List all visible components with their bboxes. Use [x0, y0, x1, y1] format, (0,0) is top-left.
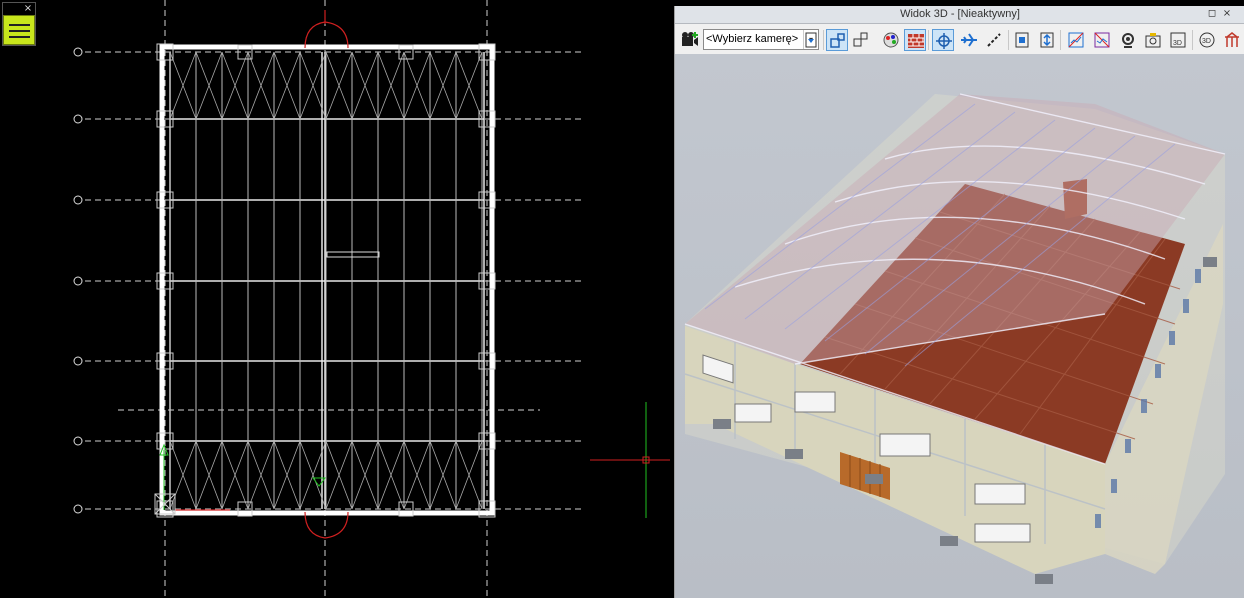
- toolbar-separator: [823, 30, 824, 50]
- toolbar-separator: [1192, 30, 1193, 50]
- snapshot-icon[interactable]: [1142, 29, 1164, 51]
- close-icon[interactable]: ×: [1221, 8, 1233, 20]
- view-3d-panel: Widok 3D - [Nieaktywny] ◻ × <Wybierz kam…: [674, 6, 1244, 598]
- menu-close-icon[interactable]: ×: [22, 3, 34, 15]
- building-3d-render: [684, 93, 1226, 584]
- svg-text:3D: 3D: [1173, 40, 1182, 47]
- view-box-alt-icon[interactable]: [850, 29, 872, 51]
- level-icon[interactable]: [1036, 29, 1058, 51]
- floor-plan-drawing: [73, 0, 670, 598]
- restore-icon[interactable]: ◻: [1206, 8, 1218, 20]
- hamburger-menu-button[interactable]: [3, 15, 35, 45]
- panel-titlebar[interactable]: Widok 3D - [Nieaktywny] ◻ ×: [675, 6, 1244, 24]
- 3d-mode-icon[interactable]: 3D: [1167, 29, 1189, 51]
- camera-dropdown-icon[interactable]: [800, 29, 822, 51]
- rotate-icon[interactable]: [932, 29, 954, 51]
- color-palette-icon[interactable]: [880, 29, 902, 51]
- panel-title: Widok 3D - [Nieaktywny]: [900, 8, 1020, 20]
- cad-plan-view[interactable]: ×: [0, 0, 670, 598]
- floor-icon[interactable]: [1011, 29, 1033, 51]
- toolbar-separator: [1008, 30, 1009, 50]
- brick-wall-icon[interactable]: [904, 29, 926, 51]
- camera-select-value: <Wybierz kamerę>: [706, 33, 799, 45]
- 3d-orbit-icon[interactable]: 3D: [1196, 29, 1218, 51]
- settings-icon[interactable]: [1117, 29, 1139, 51]
- add-camera-icon[interactable]: [678, 29, 700, 51]
- frame-icon[interactable]: [1221, 29, 1243, 51]
- toolbar-separator: [1060, 30, 1061, 50]
- svg-text:3D: 3D: [1202, 38, 1211, 45]
- section-b-icon[interactable]: [1091, 29, 1113, 51]
- path-icon[interactable]: [983, 29, 1005, 51]
- toolbar-separator: [928, 30, 929, 50]
- 3d-viewport[interactable]: [675, 54, 1244, 598]
- view-box-icon[interactable]: [826, 29, 848, 51]
- fly-icon[interactable]: [958, 29, 980, 51]
- view-3d-toolbar: <Wybierz kamerę> ▾: [675, 26, 1244, 54]
- section-a-icon[interactable]: [1065, 29, 1087, 51]
